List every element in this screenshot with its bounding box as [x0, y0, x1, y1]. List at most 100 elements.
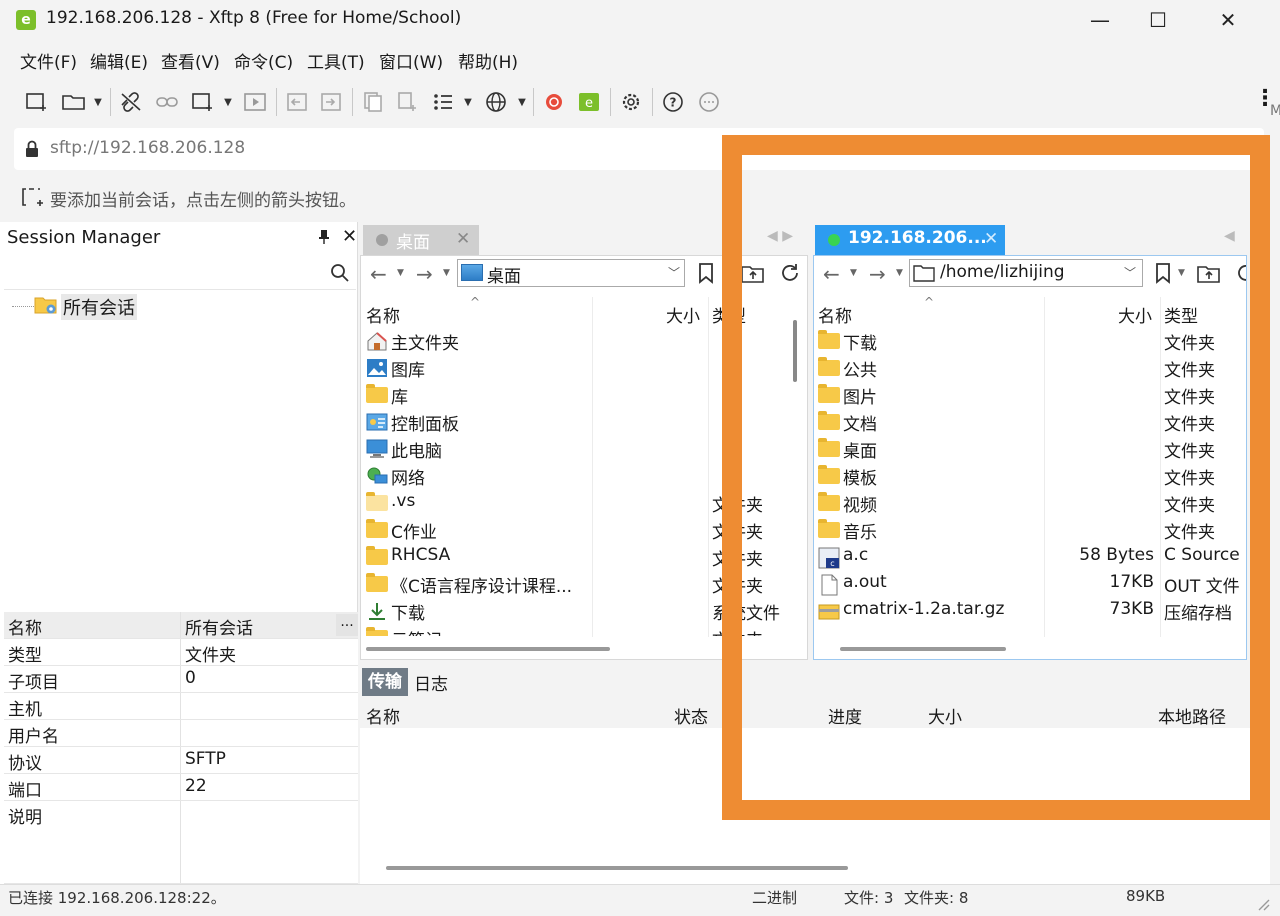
property-value: SFTP	[185, 749, 226, 769]
local-file-row[interactable]: 下载 系统文件	[362, 599, 782, 626]
more-button[interactable]: ...	[336, 614, 358, 636]
paste-icon[interactable]	[394, 88, 420, 116]
menu-window[interactable]: 窗口(W)	[379, 48, 443, 73]
gear-icon[interactable]	[618, 88, 644, 116]
menu-command[interactable]: 命令(C)	[234, 48, 293, 73]
highlight-annotation-box	[722, 135, 1270, 820]
menu-tools[interactable]: 工具(T)	[307, 48, 365, 73]
local-file-row[interactable]: 控制面板	[362, 410, 782, 437]
svg-text:e: e	[585, 96, 593, 111]
list-view-icon[interactable]	[430, 88, 456, 116]
tab-transfer[interactable]: 传输	[362, 668, 408, 696]
local-path-chevron-down-icon[interactable]: ﹀	[668, 264, 680, 281]
view-dropdown-chevron-down-icon[interactable]: ▼	[462, 88, 474, 116]
column-size[interactable]: 大小	[666, 302, 700, 327]
status-total-size: 89KB	[1126, 887, 1166, 905]
close-button[interactable]: ✕	[1200, 4, 1256, 36]
folder-icon	[366, 546, 388, 565]
transfer-column-status[interactable]: 状态	[674, 703, 708, 728]
window-dropdown-chevron-down-icon[interactable]: ▼	[222, 88, 234, 116]
tab-log[interactable]: 日志	[414, 670, 448, 695]
address-input[interactable]: sftp://192.168.206.128	[50, 138, 245, 158]
property-row-type: 类型 文件夹	[4, 639, 358, 666]
resize-grip-icon[interactable]	[1256, 896, 1270, 916]
transfer-left-icon[interactable]	[284, 88, 310, 116]
local-file-row[interactable]: 《C语言程序设计课程... 文件夹	[362, 572, 782, 599]
home-icon	[366, 331, 388, 351]
tab-local-label[interactable]: 桌面	[396, 228, 430, 253]
status-file-count: 文件: 3	[844, 889, 894, 907]
status-transfer-mode[interactable]: 二进制	[752, 887, 797, 908]
local-path-text[interactable]: 桌面	[487, 262, 521, 287]
toolbar-divider	[533, 88, 534, 116]
local-file-row[interactable]: 此电脑	[362, 437, 782, 464]
tab-status-dot	[376, 234, 388, 246]
globe-icon[interactable]	[483, 88, 509, 116]
maximize-button[interactable]: ☐	[1130, 4, 1186, 36]
file-name: 《C语言程序设计课程...	[391, 577, 573, 597]
snail-icon[interactable]	[540, 88, 566, 116]
folder-icon	[366, 519, 388, 538]
desktop-icon	[461, 264, 483, 281]
toolbar-divider	[652, 88, 653, 116]
property-key: 端口	[8, 781, 42, 801]
property-row-port: 端口 22	[4, 774, 358, 801]
column-name[interactable]: 名称	[366, 302, 400, 327]
folder-icon	[366, 573, 388, 592]
pin-icon[interactable]	[318, 229, 330, 249]
forward-arrow-icon[interactable]: →	[416, 262, 433, 286]
property-row-description: 说明	[4, 801, 358, 884]
search-icon[interactable]	[330, 263, 350, 288]
back-dropdown-chevron-down-icon[interactable]: ▼	[397, 268, 404, 278]
minimize-button[interactable]: —	[1072, 4, 1128, 36]
open-dropdown-chevron-down-icon[interactable]: ▼	[92, 88, 104, 116]
chat-icon[interactable]	[696, 88, 722, 116]
xftp-icon[interactable]: e	[576, 88, 602, 116]
local-file-row[interactable]: .vs 文件夹	[362, 491, 782, 518]
local-file-row[interactable]: 云笔记文件夹	[362, 626, 782, 636]
transfer-horizontal-scrollbar[interactable]	[386, 866, 848, 870]
transfer-column-name[interactable]: 名称	[366, 703, 400, 728]
globe-dropdown-chevron-down-icon[interactable]: ▼	[516, 88, 528, 116]
copy-icon[interactable]	[360, 88, 386, 116]
add-session-arrow-icon[interactable]	[20, 186, 44, 213]
help-icon[interactable]: ?	[660, 88, 686, 116]
local-file-row[interactable]: 图库	[362, 356, 782, 383]
folder-icon	[366, 627, 388, 636]
local-file-row[interactable]: RHCSA 文件夹	[362, 545, 782, 572]
property-key: 主机	[8, 700, 42, 720]
menu-edit[interactable]: 编辑(E)	[90, 48, 148, 73]
new-session-icon[interactable]	[24, 88, 50, 116]
forward-dropdown-chevron-down-icon[interactable]: ▼	[443, 268, 450, 278]
bookmark-icon[interactable]	[696, 262, 716, 289]
link-icon[interactable]	[154, 88, 180, 116]
local-file-row[interactable]: 库	[362, 383, 782, 410]
file-name: RHCSA	[391, 545, 451, 565]
local-file-row[interactable]: 网络	[362, 464, 782, 491]
toolbar-divider	[110, 88, 111, 116]
play-icon[interactable]	[242, 88, 268, 116]
disconnect-icon[interactable]	[118, 88, 144, 116]
property-row-protocol: 协议 SFTP	[4, 747, 358, 774]
local-horizontal-scrollbar[interactable]	[366, 647, 610, 651]
back-arrow-icon[interactable]: ←	[370, 262, 387, 286]
tree-item-all-sessions[interactable]: 所有会话	[61, 294, 137, 320]
local-file-row[interactable]: C作业 文件夹	[362, 518, 782, 545]
transfer-right-icon[interactable]	[318, 88, 344, 116]
all-sessions-folder-icon	[34, 294, 58, 318]
open-folder-icon[interactable]	[60, 88, 88, 116]
new-window-icon[interactable]	[190, 88, 216, 116]
session-search-input[interactable]	[4, 256, 356, 290]
toolbar-divider	[610, 88, 611, 116]
file-name: 此电脑	[391, 442, 442, 462]
session-manager-close-icon[interactable]: ✕	[342, 226, 357, 247]
menu-file[interactable]: 文件(F)	[20, 48, 77, 73]
property-key: 用户名	[8, 727, 59, 747]
local-file-row[interactable]: 主文件夹	[362, 329, 782, 356]
lock-icon	[24, 139, 40, 164]
folder-icon	[366, 384, 388, 403]
menu-help[interactable]: 帮助(H)	[458, 48, 518, 73]
tab-local-close-icon[interactable]: ✕	[456, 229, 470, 249]
window-title: 192.168.206.128 - Xftp 8 (Free for Home/…	[46, 8, 462, 28]
menu-view[interactable]: 查看(V)	[161, 48, 220, 73]
